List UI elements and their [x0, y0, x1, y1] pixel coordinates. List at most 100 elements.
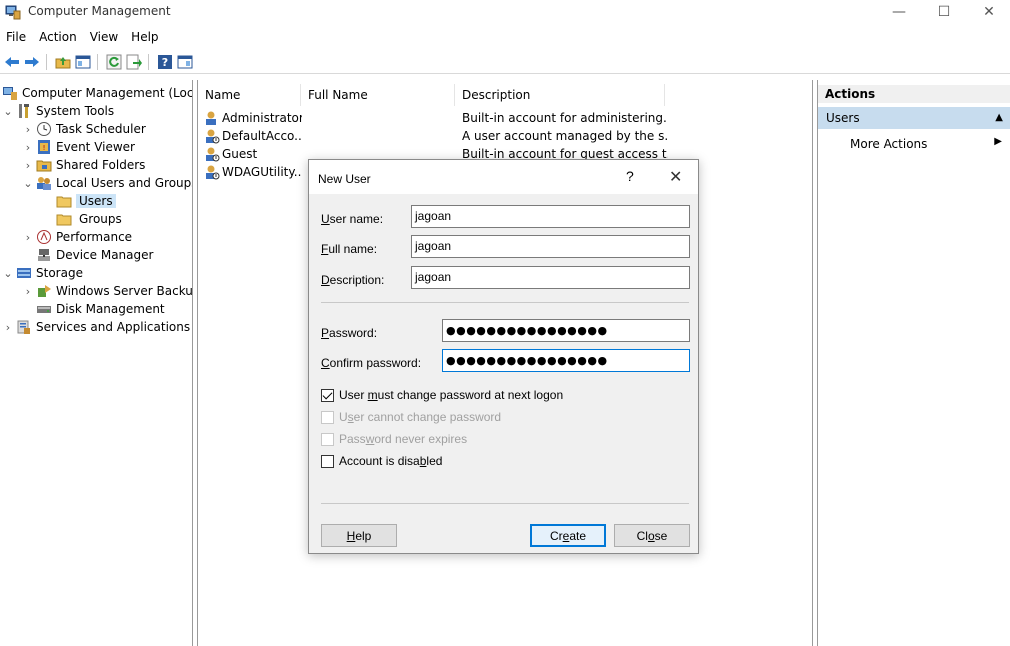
column-header-full-name[interactable]: Full Name — [301, 84, 455, 106]
tree-item-disk-management[interactable]: Disk Management — [36, 300, 165, 318]
up-folder-icon[interactable] — [55, 54, 71, 70]
actions-pane: Actions Users ▲ More Actions ▶ — [817, 80, 1010, 646]
tree-item-device-manager[interactable]: Device Manager — [36, 246, 153, 264]
cell-description: A user account managed by the s... — [462, 129, 668, 143]
refresh-icon[interactable] — [106, 54, 122, 70]
event-viewer-icon: ! — [38, 140, 50, 154]
description-input[interactable]: jagoan — [411, 266, 690, 289]
checkbox-box[interactable] — [321, 388, 334, 402]
back-arrow-icon[interactable] — [4, 54, 20, 70]
toolbar-separator — [97, 54, 98, 70]
tree-item-windows-server-backup[interactable]: › Windows Server Backup — [22, 282, 193, 300]
list-header: Name Full Name Description — [198, 84, 668, 106]
password-input[interactable]: ●●●●●●●●●●●●●●●● — [442, 319, 690, 342]
menu-action[interactable]: Action — [39, 27, 84, 47]
cell-name: Administrator — [222, 111, 302, 125]
chevron-right-icon[interactable]: › — [2, 321, 14, 334]
fullname-input[interactable]: jagoan — [411, 235, 690, 258]
more-actions-item[interactable]: More Actions — [850, 137, 927, 151]
chevron-down-icon[interactable]: ⌄ — [2, 267, 14, 280]
fullname-label: Full name: — [321, 242, 378, 256]
minimize-button[interactable]: — — [876, 0, 922, 24]
console-tree: Computer Management (Local ⌄ System Tool… — [0, 80, 193, 646]
collapse-triangle-icon[interactable]: ▲ — [995, 112, 1003, 123]
forward-arrow-icon[interactable] — [24, 54, 40, 70]
chevron-right-icon[interactable]: › — [22, 123, 34, 136]
tree-item-computer-management[interactable]: Computer Management (Local — [2, 84, 192, 102]
checkbox-label: User cannot change password — [339, 410, 502, 424]
chevron-down-icon[interactable]: ⌄ — [22, 177, 34, 190]
menu-file[interactable]: File — [6, 27, 33, 47]
toolbar-separator — [148, 54, 149, 70]
dialog-separator — [321, 503, 689, 504]
tree-item-label: Storage — [36, 266, 83, 280]
new-user-dialog: New User ? ✕ User name: jagoan Full name… — [308, 159, 699, 554]
create-button[interactable]: Cr e ate — [530, 524, 606, 547]
dialog-close-button[interactable]: ✕ — [669, 167, 682, 187]
password-never-expires-checkbox[interactable]: Password never expires — [321, 432, 467, 446]
performance-icon — [37, 230, 51, 244]
tree-item-event-viewer[interactable]: › ! Event Viewer — [22, 138, 135, 156]
device-manager-icon — [38, 249, 50, 261]
users-group-icon — [37, 177, 51, 190]
checkbox-label: Account is disabled — [339, 454, 443, 468]
export-list-icon[interactable] — [126, 54, 142, 70]
user-icon — [206, 165, 220, 180]
show-hide-action-pane-icon[interactable] — [177, 54, 193, 70]
cell-name: Guest — [222, 147, 258, 161]
chevron-right-icon[interactable]: › — [22, 285, 34, 298]
checkbox-box[interactable] — [321, 410, 334, 424]
services-icon — [17, 320, 30, 334]
menu-help[interactable]: Help — [131, 27, 165, 47]
chevron-right-icon[interactable]: › — [22, 159, 34, 172]
actions-section-users[interactable]: Users ▲ — [818, 107, 1010, 129]
maximize-button[interactable]: ☐ — [921, 0, 967, 24]
tree-item-performance[interactable]: › Performance — [22, 228, 132, 246]
submenu-arrow-icon[interactable]: ▶ — [994, 136, 1002, 147]
chevron-down-icon[interactable]: ⌄ — [2, 105, 14, 118]
shared-folder-icon — [36, 160, 52, 172]
close-button[interactable]: Cl o se — [614, 524, 690, 547]
column-header-name[interactable]: Name — [198, 84, 301, 106]
tree-item-shared-folders[interactable]: › Shared Folders — [22, 156, 146, 174]
toolbar: ? — [0, 50, 1010, 74]
tree-item-system-tools[interactable]: ⌄ System Tools — [2, 102, 114, 120]
tree-item-task-scheduler[interactable]: › Task Scheduler — [22, 120, 146, 138]
username-input[interactable]: jagoan — [411, 205, 690, 228]
user-icon — [206, 111, 216, 125]
help-button[interactable]: Help — [321, 524, 397, 547]
close-window-button[interactable]: ✕ — [966, 0, 1010, 24]
dialog-help-button[interactable]: ? — [626, 168, 634, 184]
system-tools-icon — [19, 104, 29, 118]
checkbox-box[interactable] — [321, 432, 334, 446]
tree-item-label: Windows Server Backup — [56, 284, 193, 298]
tree-item-storage[interactable]: ⌄ Storage — [2, 264, 83, 282]
tree-item-groups[interactable]: Groups — [56, 210, 122, 228]
tree-item-users[interactable]: Users — [56, 192, 116, 210]
account-disabled-checkbox[interactable]: Account is disabled — [321, 454, 442, 468]
confirm-password-label: Confirm password: — [321, 356, 422, 370]
chevron-right-icon[interactable]: › — [22, 141, 34, 154]
tree-item-services-apps[interactable]: › Services and Applications — [2, 318, 190, 336]
chevron-right-icon[interactable]: › — [22, 231, 34, 244]
user-icon — [206, 129, 220, 144]
tree-item-label: Disk Management — [56, 302, 165, 316]
table-row[interactable]: Administrator Built-in account for admin… — [198, 109, 668, 127]
svg-text:!: ! — [43, 144, 46, 152]
checkbox-label: User must change password at next logon — [339, 388, 564, 402]
table-row[interactable]: DefaultAcco... A user account managed by… — [198, 127, 668, 145]
checkbox-box[interactable] — [321, 454, 334, 468]
cell-name: WDAGUtility... — [222, 165, 302, 179]
menu-view[interactable]: View — [90, 27, 125, 47]
clock-icon — [37, 122, 51, 136]
show-hide-console-tree-icon[interactable] — [75, 54, 91, 70]
must-change-password-checkbox[interactable]: User must change password at next logon — [321, 388, 563, 402]
tree-item-label: Users — [76, 194, 116, 208]
column-header-description[interactable]: Description — [455, 84, 665, 106]
confirm-password-input[interactable]: ●●●●●●●●●●●●●●●● — [442, 349, 690, 372]
tree-item-label: Groups — [79, 212, 122, 226]
tree-item-local-users-groups[interactable]: ⌄ Local Users and Groups — [22, 174, 192, 192]
help-icon[interactable]: ? — [157, 54, 173, 70]
folder-icon — [56, 196, 72, 208]
cannot-change-password-checkbox[interactable]: User cannot change password — [321, 410, 501, 424]
